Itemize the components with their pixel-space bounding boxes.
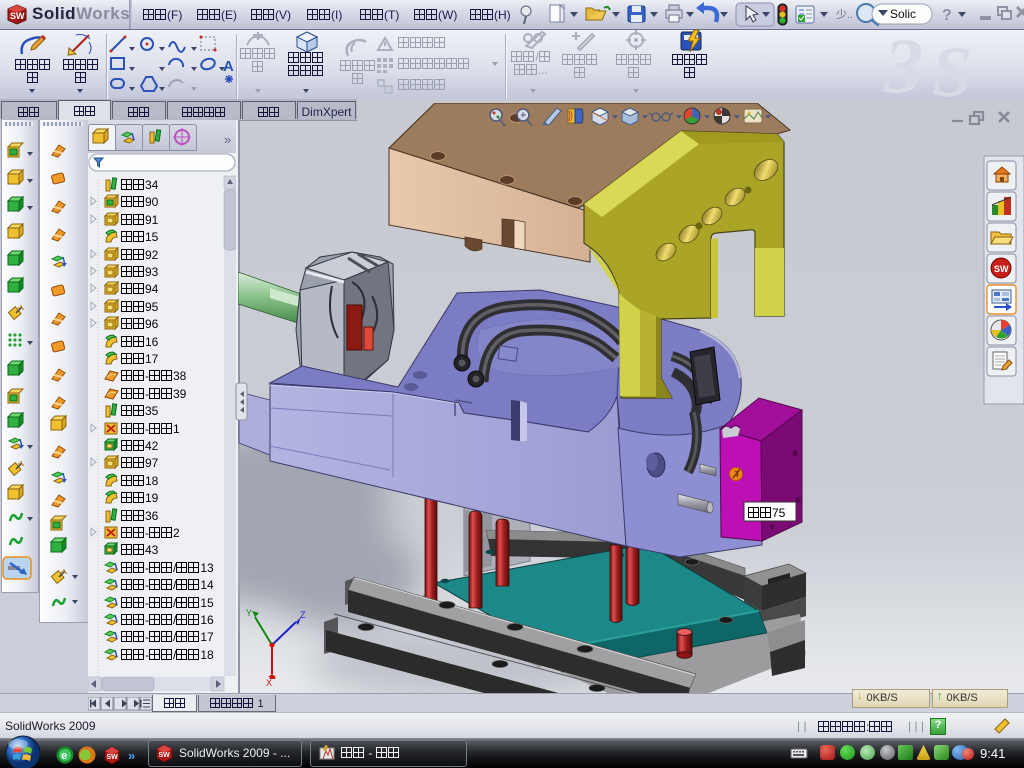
svg-text:»: » <box>128 748 135 763</box>
svg-text:SW: SW <box>107 754 119 761</box>
svg-text:Z: Z <box>300 610 306 620</box>
svg-text:X: X <box>266 678 272 688</box>
svg-text:SW: SW <box>994 264 1009 274</box>
svg-text:e: e <box>61 750 67 762</box>
svg-text:Y: Y <box>246 608 252 618</box>
svg-text:SW: SW <box>159 752 171 759</box>
